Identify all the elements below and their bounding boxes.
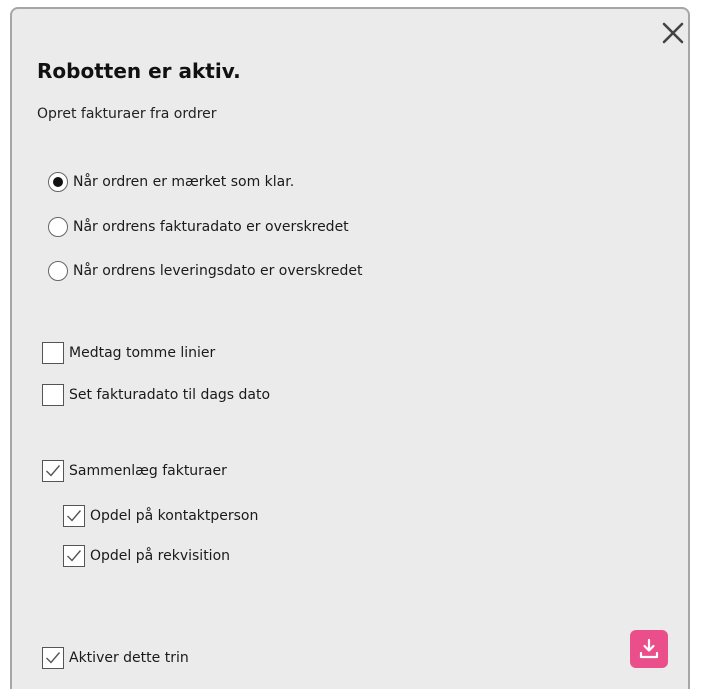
close-button[interactable] [660, 20, 686, 46]
radio-button[interactable] [48, 172, 68, 192]
checkbox-activate-step[interactable]: Aktiver dette trin [42, 647, 189, 669]
checkbox-label: Set fakturadato til dags dato [69, 387, 271, 403]
checkbox-split-by-contact[interactable]: Opdel på kontaktperson [63, 505, 258, 527]
checkbox-label: Aktiver dette trin [69, 650, 189, 666]
checkmark-icon [67, 550, 82, 562]
radio-option-invoice-date[interactable]: Når ordrens fakturadato er overskredet [48, 217, 349, 237]
checkmark-icon [46, 465, 61, 477]
radio-button[interactable] [48, 261, 68, 281]
checkbox[interactable] [42, 647, 64, 669]
checkbox[interactable] [63, 505, 85, 527]
checkmark-icon [46, 652, 61, 664]
checkbox-merge-invoices[interactable]: Sammenlæg fakturaer [42, 460, 227, 482]
radio-label: Når ordrens fakturadato er overskredet [73, 219, 349, 235]
radio-option-delivery-date[interactable]: Når ordrens leveringsdato er overskredet [48, 261, 362, 281]
dialog-subtitle: Opret fakturaer fra ordrer [37, 106, 217, 122]
robot-settings-dialog: Robotten er aktiv. Opret fakturaer fra o… [10, 7, 690, 689]
checkbox[interactable] [42, 460, 64, 482]
checkbox[interactable] [42, 342, 64, 364]
checkbox-label: Opdel på rekvisition [90, 548, 231, 564]
radio-label: Når ordren er mærket som klar. [73, 174, 295, 190]
radio-label: Når ordrens leveringsdato er overskredet [73, 263, 363, 279]
radio-button[interactable] [48, 217, 68, 237]
checkbox-label: Medtag tomme linier [69, 345, 216, 361]
checkbox[interactable] [63, 545, 85, 567]
checkbox-split-by-requisition[interactable]: Opdel på rekvisition [63, 545, 230, 567]
close-icon [662, 22, 684, 44]
dialog-title: Robotten er aktiv. [37, 59, 241, 83]
checkmark-icon [67, 510, 82, 522]
checkbox-label: Opdel på kontaktperson [90, 508, 259, 524]
checkbox-set-invoice-date-today[interactable]: Set fakturadato til dags dato [42, 384, 270, 406]
download-button[interactable] [630, 630, 668, 668]
radio-option-ready[interactable]: Når ordren er mærket som klar. [48, 172, 294, 192]
checkbox-include-empty-lines[interactable]: Medtag tomme linier [42, 342, 215, 364]
download-icon [639, 638, 659, 659]
checkbox-label: Sammenlæg fakturaer [69, 463, 227, 479]
checkbox[interactable] [42, 384, 64, 406]
